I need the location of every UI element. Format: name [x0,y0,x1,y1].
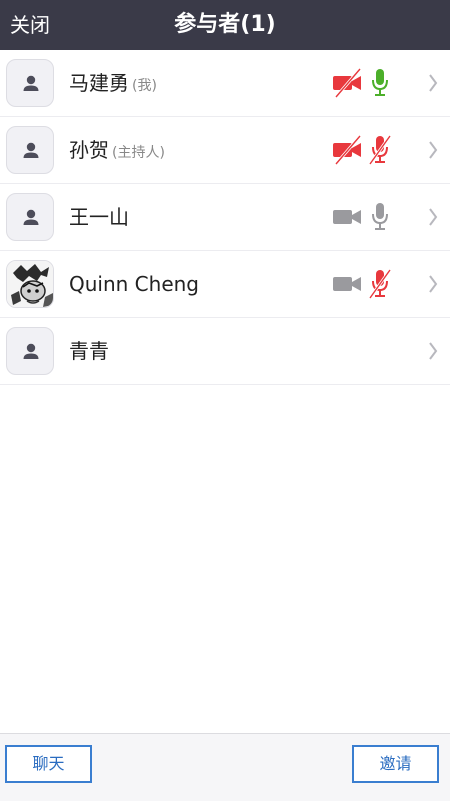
video-off-icon [333,135,362,165]
chevron-right-icon [429,141,438,159]
participant-row[interactable]: 马建勇 (我) [0,50,450,117]
participant-name-text: 孙贺 [69,138,109,162]
person-icon [23,75,39,91]
participant-name: Quinn Cheng [69,251,199,317]
participant-status [332,135,392,165]
participant-tag: (我) [132,78,157,94]
video-camera-icon [333,277,361,291]
participant-row[interactable]: 王一山 [0,184,450,251]
chevron-right-icon [429,208,438,226]
microphone-on-icon [372,69,388,96]
invite-button[interactable]: 邀请 [352,745,439,783]
participant-status [332,269,392,299]
participant-name-text: 青青 [69,339,109,363]
photo-avatar [6,260,54,308]
participant-name: 孙贺 (主持人) [69,117,165,183]
participant-name-text: Quinn Cheng [69,272,199,296]
participant-name-text: 马建勇 [69,71,129,95]
video-camera-icon [333,210,361,224]
footer-bar: 聊天 邀请 [0,733,450,801]
video-off-icon [333,68,362,98]
page-title: 参与者(1) [174,12,276,37]
default-avatar [6,59,54,107]
default-avatar [6,327,54,375]
participant-row[interactable]: 青青 [0,318,450,385]
header-bar: 关闭 参与者(1) [0,0,450,50]
participant-name: 马建勇 (我) [69,50,157,116]
participant-name-text: 王一山 [69,205,129,229]
microphone-muted-icon [368,269,392,299]
microphone-muted-icon [368,135,392,165]
participant-name: 青青 [69,318,109,384]
participant-name: 王一山 [69,184,129,250]
person-icon [23,142,39,158]
participant-status [332,202,392,232]
person-icon [23,209,39,225]
chevron-right-icon [429,275,438,293]
default-avatar [6,126,54,174]
participant-tag: (主持人) [112,145,165,161]
participant-list: 马建勇 (我) 孙贺 (主持人) 王一山 Quinn Cheng 青青 [0,50,450,385]
chevron-right-icon [429,342,438,360]
participant-status [332,68,392,98]
chat-button[interactable]: 聊天 [5,745,92,783]
participant-row[interactable]: Quinn Cheng [0,251,450,318]
microphone-icon [372,203,388,230]
profile-photo [7,261,53,307]
person-icon [23,343,39,359]
participant-row[interactable]: 孙贺 (主持人) [0,117,450,184]
default-avatar [6,193,54,241]
chevron-right-icon [429,74,438,92]
